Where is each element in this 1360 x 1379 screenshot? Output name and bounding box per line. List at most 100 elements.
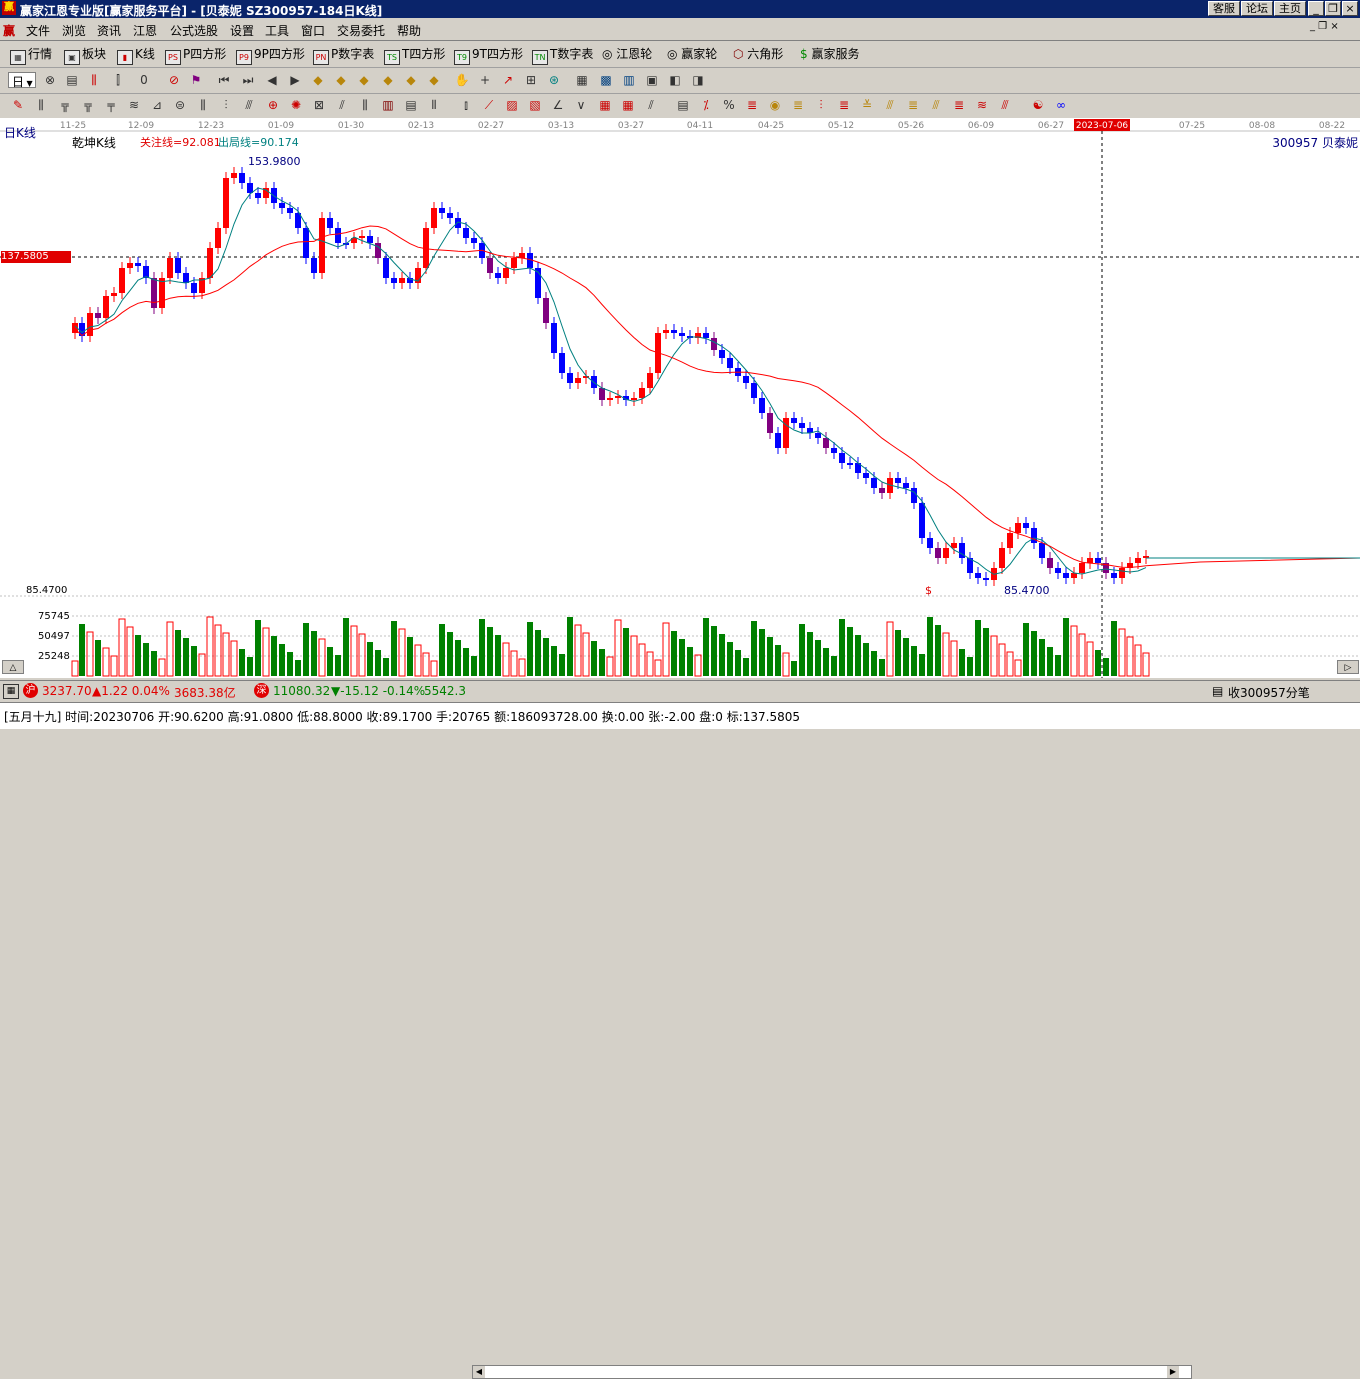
draw-tool-15-icon[interactable]: ⫼ <box>357 97 373 113</box>
diamond-3-icon[interactable]: ◆ <box>356 72 372 88</box>
draw-tool-19-icon[interactable]: ⫾ <box>458 97 474 113</box>
last-icon[interactable]: ⏭ <box>240 72 256 88</box>
toolbar-9p-square[interactable]: P9 9P四方形 <box>236 45 305 65</box>
pencil-icon[interactable]: ✎ <box>10 97 26 113</box>
toolbar-sectors[interactable]: ▣ 板块 <box>64 45 106 65</box>
scroll-right-arrow-icon[interactable]: ▶ <box>1167 1366 1179 1378</box>
close-icon[interactable]: × <box>1342 1 1358 16</box>
menu-browse[interactable]: 浏览 <box>62 22 86 39</box>
menu-logo-icon[interactable]: 赢 <box>3 22 15 39</box>
trend-icon[interactable]: ↗ <box>500 72 516 88</box>
draw-tool-41-icon[interactable]: ≋ <box>974 97 990 113</box>
restore-icon[interactable]: ❐ <box>1325 1 1341 16</box>
draw-tool-12-icon[interactable]: ✺ <box>288 97 304 113</box>
scroll-up-icon[interactable]: △ <box>2 660 24 674</box>
tick-list-icon[interactable]: ▤ <box>1212 684 1223 698</box>
chart-canvas[interactable]: 11-25 12-09 12-23 01-09 01-30 02-13 02-27 03-13… <box>0 118 1360 678</box>
menu-help[interactable]: 帮助 <box>397 22 421 39</box>
menu-news[interactable]: 资讯 <box>97 22 121 39</box>
table-icon[interactable]: ▦ <box>3 684 19 699</box>
percent-icon[interactable]: % <box>721 97 737 113</box>
draw-tool-17-icon[interactable]: ▤ <box>403 97 419 113</box>
zero-icon[interactable]: 0 <box>136 72 152 88</box>
draw-tool-26-icon[interactable]: ▦ <box>620 97 636 113</box>
document-icon[interactable]: ▤ <box>64 72 80 88</box>
draw-tool-5-icon[interactable]: ≋ <box>126 97 142 113</box>
minimize-icon[interactable]: _ <box>1308 1 1324 16</box>
draw-tool-39-icon[interactable]: ⫻ <box>928 97 944 113</box>
menu-tools[interactable]: 工具 <box>265 22 289 39</box>
save-icon[interactable]: ▣ <box>644 72 660 88</box>
scroll-left-icon[interactable]: ◀ <box>473 1366 485 1378</box>
customer-service-button[interactable]: 客服 <box>1208 1 1240 16</box>
bars-icon[interactable]: ⫼ <box>86 72 102 88</box>
toolbar-p-table[interactable]: PN P数字表 <box>313 45 374 65</box>
draw-tool-25-icon[interactable]: ▦ <box>597 97 613 113</box>
draw-tool-36-icon[interactable]: ≚ <box>859 97 875 113</box>
draw-tool-1-icon[interactable]: ⫼ <box>33 97 49 113</box>
homepage-button[interactable]: 主页 <box>1274 1 1306 16</box>
next-icon[interactable]: ▶ <box>287 72 303 88</box>
diamond-2-icon[interactable]: ◆ <box>333 72 349 88</box>
draw-tool-34-icon[interactable]: ⫶ <box>813 97 829 113</box>
kline-chart[interactable]: 11-25 12-09 12-23 01-09 01-30 02-13 02-27 03-13… <box>0 118 1360 678</box>
infinity-icon[interactable]: ∞ <box>1053 97 1069 113</box>
users-icon[interactable]: ◧ <box>667 72 683 88</box>
toolbar-hexagon[interactable]: ⬡ 六角形 <box>733 45 783 62</box>
toolbar-p-square[interactable]: PS P四方形 <box>165 45 226 65</box>
gift-icon[interactable]: ⊞ <box>523 72 539 88</box>
draw-tool-10-icon[interactable]: ⫻ <box>241 97 257 113</box>
draw-tool-35-icon[interactable]: ≣ <box>836 97 852 113</box>
menu-formula-picker[interactable]: 公式选股 <box>170 22 218 39</box>
forum-button[interactable]: 论坛 <box>1241 1 1273 16</box>
draw-tool-11-icon[interactable]: ⊕ <box>265 97 281 113</box>
no-sign-icon[interactable]: ⊘ <box>166 72 182 88</box>
tick-list-label[interactable]: 收300957分笔 <box>1228 684 1310 701</box>
crosshair-icon[interactable]: + <box>477 72 493 88</box>
prev-icon[interactable]: ◀ <box>264 72 280 88</box>
draw-tool-20-icon[interactable]: ⟋ <box>481 97 497 113</box>
toolbar-t-square[interactable]: TS T四方形 <box>384 45 445 65</box>
draw-tool-18-icon[interactable]: ⫴ <box>426 97 442 113</box>
menu-file[interactable]: 文件 <box>26 22 50 39</box>
draw-tool-28-icon[interactable]: ▤ <box>675 97 691 113</box>
draw-tool-38-icon[interactable]: ≣ <box>905 97 921 113</box>
toolbar-9t-square[interactable]: T9 9T四方形 <box>454 45 523 65</box>
diamond-5-icon[interactable]: ◆ <box>403 72 419 88</box>
draw-tool-33-icon[interactable]: ≣ <box>790 97 806 113</box>
draw-tool-22-icon[interactable]: ▧ <box>527 97 543 113</box>
hand-icon[interactable]: ✋ <box>454 72 470 88</box>
draw-tool-42-icon[interactable]: ⫻ <box>997 97 1013 113</box>
draw-tool-23-icon[interactable]: ∠ <box>550 97 566 113</box>
network-icon[interactable]: ⊛ <box>546 72 562 88</box>
draw-tool-31-icon[interactable]: ≣ <box>744 97 760 113</box>
flag-icon[interactable]: ⚑ <box>188 72 204 88</box>
draw-tool-29-icon[interactable]: ⁒ <box>698 97 714 113</box>
truck-icon[interactable]: ◨ <box>690 72 706 88</box>
draw-tool-9-icon[interactable]: ⫶ <box>218 97 234 113</box>
yin-yang-icon[interactable]: ☯ <box>1030 97 1046 113</box>
draw-tool-8-icon[interactable]: ⫼ <box>195 97 211 113</box>
diamond-4-icon[interactable]: ◆ <box>380 72 396 88</box>
toolbar-quotes[interactable]: ▦ 行情 <box>10 45 52 65</box>
scroll-right-icon[interactable]: ▷ <box>1337 660 1359 674</box>
calendar-icon[interactable]: ▦ <box>574 72 590 88</box>
draw-tool-27-icon[interactable]: ⫽ <box>643 97 659 113</box>
toolbar-t-table[interactable]: TN T数字表 <box>532 45 593 65</box>
menu-gann[interactable]: 江恩 <box>133 22 157 39</box>
draw-tool-24-icon[interactable]: ∨ <box>573 97 589 113</box>
toolbar-winner-service[interactable]: $ 赢家服务 <box>800 45 859 62</box>
period-select[interactable]: 日 ▼ <box>8 72 36 89</box>
menu-trade[interactable]: 交易委托 <box>337 22 385 39</box>
toolbar-winner-wheel[interactable]: ◎ 赢家轮 <box>667 45 717 62</box>
draw-tool-4-icon[interactable]: ╤ <box>103 97 119 113</box>
toolbar-kline[interactable]: ▮ K线 <box>117 45 155 65</box>
draw-tool-3-icon[interactable]: ╦ <box>80 97 96 113</box>
draw-tool-37-icon[interactable]: ⫻ <box>882 97 898 113</box>
diamond-1-icon[interactable]: ◆ <box>310 72 326 88</box>
menu-window[interactable]: 窗口 <box>301 22 325 39</box>
toolbar-gann-wheel[interactable]: ◎ 江恩轮 <box>602 45 652 62</box>
draw-tool-2-icon[interactable]: ╦ <box>57 97 73 113</box>
calculator-icon[interactable]: ▩ <box>598 72 614 88</box>
compare-icon[interactable]: ⊗ <box>42 72 58 88</box>
